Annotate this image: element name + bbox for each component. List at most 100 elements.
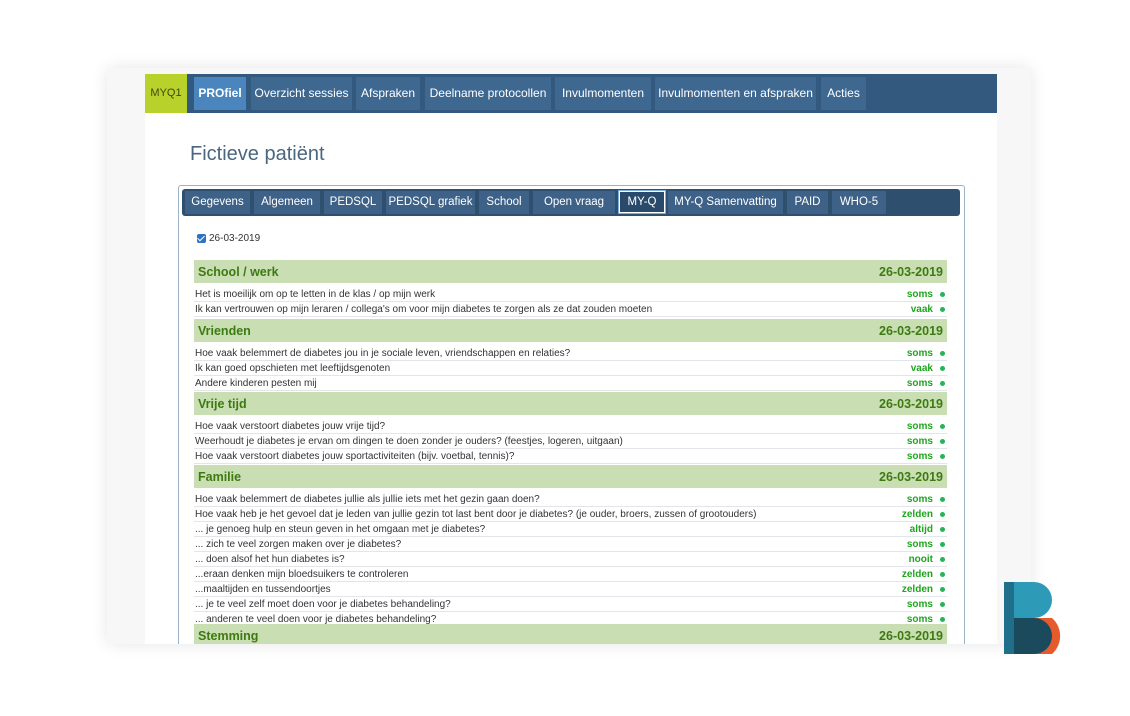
- nav-invulmomenten-en-afspraken[interactable]: Invulmomenten en afspraken: [655, 77, 816, 110]
- question-row: ... je genoeg hulp en steun geven in het…: [194, 522, 947, 537]
- nav-profiel[interactable]: PROfiel: [194, 77, 246, 110]
- question-text: Het is moeilijk om op te letten in de kl…: [195, 288, 436, 300]
- section-header: Vrienden 26-03-2019: [194, 319, 947, 342]
- question-text: Hoe vaak verstoort diabetes jouw vrije t…: [195, 420, 386, 432]
- tab-school[interactable]: School: [479, 191, 529, 214]
- status-dot-icon: [940, 616, 945, 622]
- section-0: School / werk 26-03-2019 Het is moeilijk o…: [194, 260, 947, 317]
- app-logo[interactable]: MYQ1: [145, 74, 187, 113]
- brand-logo-icon: [1004, 582, 1061, 654]
- question-row: Hoe vaak verstoort diabetes jouw sportac…: [194, 449, 947, 464]
- question-text: ... doen alsof het hun diabetes is?: [195, 553, 345, 565]
- status-dot-icon: [940, 438, 945, 444]
- answer-cell: soms: [907, 421, 947, 432]
- tab-pedsql-grafiek[interactable]: PEDSQL grafiek: [386, 191, 475, 214]
- answer-cell: soms: [907, 289, 947, 300]
- section-1: Vrienden 26-03-2019 Hoe vaak belemmert de …: [194, 319, 947, 391]
- answer-text: soms: [906, 598, 933, 610]
- status-dot-icon: [940, 571, 945, 577]
- top-navigation: MYQ1 PROfiel Overzicht sessies Afspraken…: [145, 74, 997, 113]
- question-text: Hoe vaak heb je het gevoel dat je leden …: [195, 508, 757, 520]
- answer-text: altijd: [909, 523, 933, 535]
- patient-panel: Gegevens Algemeen PEDSQL PEDSQL grafiek …: [178, 185, 965, 644]
- tab-algemeen[interactable]: Algemeen: [254, 191, 320, 214]
- tab-my-q[interactable]: MY-Q: [619, 191, 665, 213]
- tab-paid[interactable]: PAID: [787, 191, 828, 214]
- answer-text: vaak: [910, 362, 933, 374]
- section-title: School / werk: [198, 264, 279, 279]
- tab-who-5[interactable]: WHO-5: [832, 191, 886, 214]
- question-text: ...maaltijden en tussendoortjes: [195, 583, 331, 595]
- question-row: ... doen alsof het hun diabetes is? nooit: [194, 552, 947, 567]
- status-dot-icon: [940, 526, 945, 532]
- answer-cell: nooit: [909, 554, 947, 565]
- question-text: Hoe vaak verstoort diabetes jouw sportac…: [195, 450, 515, 462]
- nav-overzicht-sessies[interactable]: Overzicht sessies: [251, 77, 352, 110]
- page-title: Fictieve patiënt: [190, 143, 325, 165]
- answer-text: vaak: [910, 303, 933, 315]
- section-2: Vrije tijd 26-03-2019 Hoe vaak verstoort d…: [194, 392, 947, 464]
- answer-cell: soms: [907, 614, 947, 625]
- question-text: Ik kan vertrouwen op mijn leraren / coll…: [195, 303, 653, 315]
- nav-deelname-protocollen[interactable]: Deelname protocollen: [425, 77, 551, 110]
- question-row: Andere kinderen pesten mij soms: [194, 376, 947, 391]
- status-dot-icon: [940, 306, 945, 312]
- answer-text: zelden: [901, 583, 933, 595]
- question-text: Hoe vaak belemmert de diabetes jou in je…: [195, 347, 571, 359]
- nav-acties[interactable]: Acties: [821, 77, 866, 110]
- answer-text: soms: [906, 347, 933, 359]
- tab-gegevens[interactable]: Gegevens: [185, 191, 250, 214]
- tab-my-q-samenvatting[interactable]: MY-Q Samenvatting: [668, 191, 783, 214]
- answer-cell: soms: [907, 436, 947, 447]
- answer-cell: soms: [907, 599, 947, 610]
- answer-cell: vaak: [911, 304, 947, 315]
- question-text: ... je te veel zelf moet doen voor je di…: [195, 598, 451, 610]
- answer-cell: soms: [907, 348, 947, 359]
- section-header: Stemming 26-03-2019: [194, 624, 947, 644]
- section-title: Familie: [198, 469, 242, 484]
- answer-text: soms: [906, 450, 933, 462]
- answer-text: soms: [906, 435, 933, 447]
- answer-text: soms: [906, 420, 933, 432]
- section-title: Vrienden: [198, 323, 251, 338]
- sub-navigation: Gegevens Algemeen PEDSQL PEDSQL grafiek …: [182, 189, 960, 216]
- answer-cell: soms: [907, 494, 947, 505]
- app-window: MYQ1 PROfiel Overzicht sessies Afspraken…: [107, 68, 1031, 644]
- status-dot-icon: [940, 541, 945, 547]
- checkbox-icon[interactable]: [197, 234, 206, 243]
- section-4: Stemming 26-03-2019: [194, 624, 947, 644]
- question-text: ... zich te veel zorgen maken over je di…: [195, 538, 402, 550]
- section-title: Stemming: [198, 628, 259, 643]
- status-dot-icon: [940, 453, 945, 459]
- tab-pedsql[interactable]: PEDSQL: [324, 191, 382, 214]
- section-date: 26-03-2019: [879, 469, 943, 484]
- question-row: ...eraan denken mijn bloedsuikers te con…: [194, 567, 947, 582]
- question-row: Ik kan vertrouwen op mijn leraren / coll…: [194, 302, 947, 317]
- question-text: ... anderen te veel doen voor je diabete…: [195, 613, 437, 625]
- answer-cell: soms: [907, 539, 947, 550]
- status-dot-icon: [940, 423, 945, 429]
- question-text: ... je genoeg hulp en steun geven in het…: [195, 523, 486, 535]
- main-content: Fictieve patiënt Gegevens Algemeen PEDSQ…: [145, 113, 997, 644]
- date-filter-label: 26-03-2019: [209, 233, 261, 244]
- question-row: Hoe vaak belemmert de diabetes jou in je…: [194, 346, 947, 361]
- status-dot-icon: [940, 556, 945, 562]
- question-text: Andere kinderen pesten mij: [195, 377, 317, 389]
- question-text: ...eraan denken mijn bloedsuikers te con…: [195, 568, 409, 580]
- tab-open-vraag[interactable]: Open vraag: [533, 191, 615, 214]
- question-row: Hoe vaak heb je het gevoel dat je leden …: [194, 507, 947, 522]
- section-date: 26-03-2019: [879, 323, 943, 338]
- answer-cell: soms: [907, 451, 947, 462]
- question-row: ... je te veel zelf moet doen voor je di…: [194, 597, 947, 612]
- section-header: Familie 26-03-2019: [194, 465, 947, 488]
- answer-cell: vaak: [911, 363, 947, 374]
- nav-invulmomenten[interactable]: Invulmomenten: [555, 77, 651, 110]
- answer-cell: zelden: [902, 569, 947, 580]
- status-dot-icon: [940, 365, 945, 371]
- question-row: Het is moeilijk om op te letten in de kl…: [194, 287, 947, 302]
- nav-afspraken[interactable]: Afspraken: [356, 77, 420, 110]
- question-row: Hoe vaak verstoort diabetes jouw vrije t…: [194, 419, 947, 434]
- status-dot-icon: [940, 350, 945, 356]
- question-text: Weerhoudt je diabetes je ervan om dingen…: [195, 435, 623, 447]
- answer-cell: altijd: [910, 524, 947, 535]
